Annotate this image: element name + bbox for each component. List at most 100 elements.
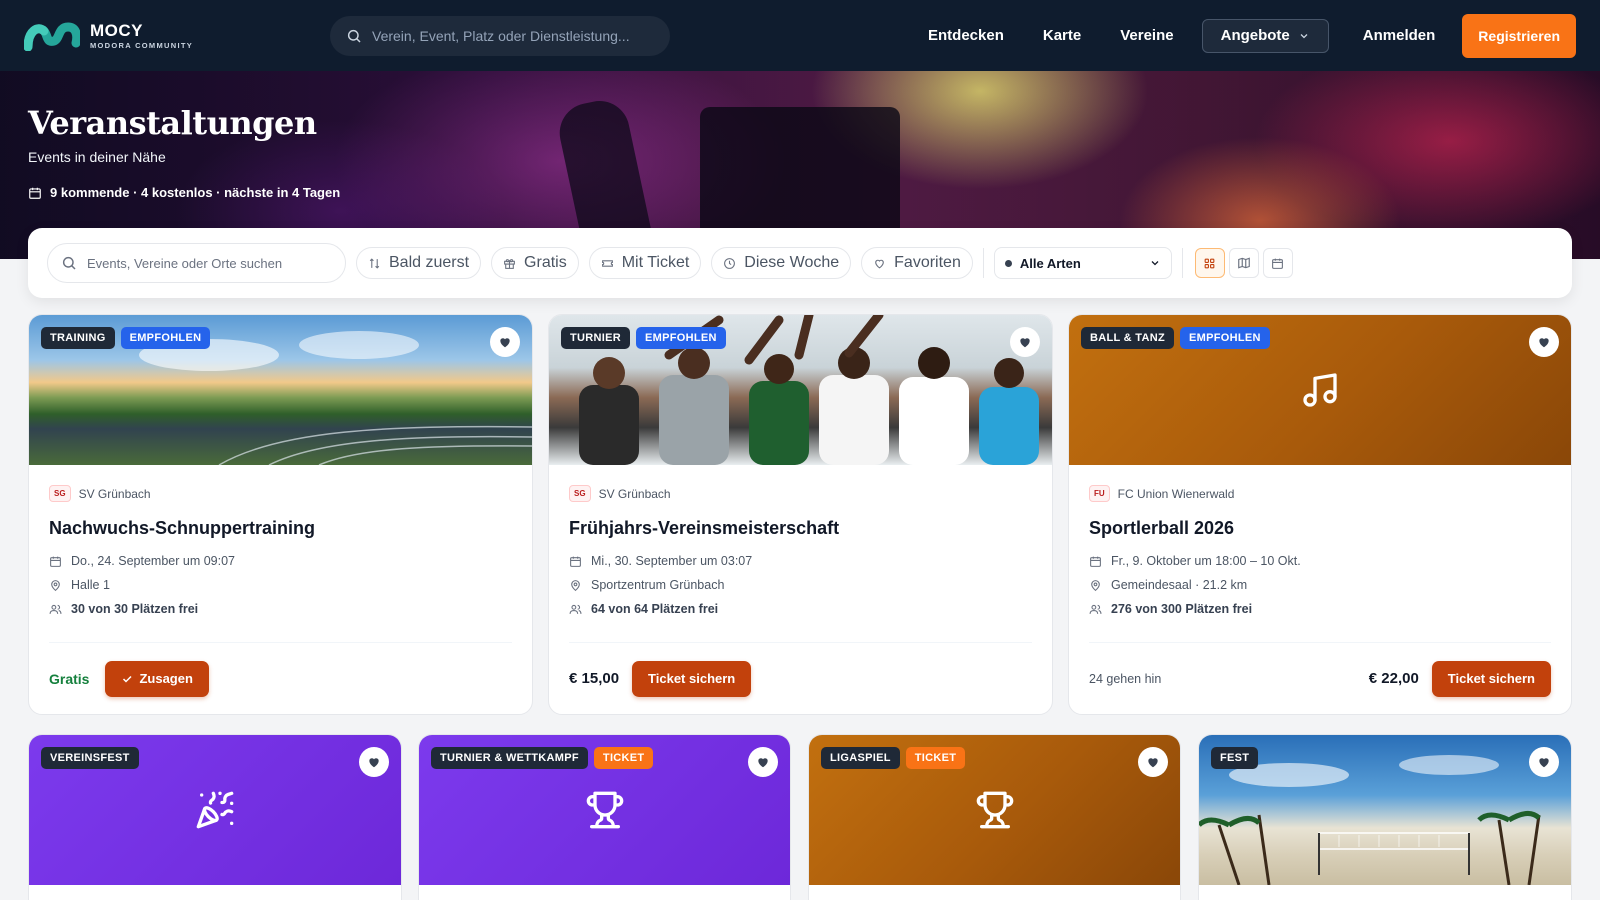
favorite-button[interactable] <box>359 747 389 777</box>
favorite-button[interactable] <box>1529 327 1559 357</box>
price-label: € 22,00 <box>1368 670 1419 687</box>
event-location: Sportzentrum Grünbach <box>569 578 1032 592</box>
angebote-dropdown-label: Angebote <box>1220 27 1290 44</box>
price-label: Gratis <box>49 670 90 687</box>
club-info[interactable]: FU FC Union Wienerwald <box>1089 485 1551 502</box>
calendar-icon <box>570 556 581 567</box>
calendar-icon <box>50 556 61 567</box>
event-stats-text: 9 kommende · 4 kostenlos · nächste in 4 … <box>50 185 341 200</box>
event-title[interactable]: Frühjahrs-Vereinsmeisterschaft <box>569 518 1032 539</box>
club-info[interactable]: SG SV Grünbach <box>49 485 512 502</box>
event-date-text: Mi., 30. September um 03:07 <box>591 554 753 568</box>
search-icon <box>62 256 76 270</box>
event-image-placeholder: VEREINSFEST <box>29 735 401 885</box>
filter-chip-this-week[interactable]: Diese Woche <box>711 247 852 279</box>
angebote-dropdown[interactable]: Angebote <box>1201 18 1329 53</box>
event-card[interactable]: TURNIER & WETTKAMPF TICKET <box>418 734 791 900</box>
heart-icon <box>1539 758 1549 768</box>
event-image-placeholder: BALL & TANZ EMPFOHLEN <box>1069 315 1571 465</box>
music-note-icon <box>1303 373 1337 407</box>
calendar-view-button[interactable] <box>1262 248 1293 278</box>
filter-chip-sort-label: Bald zuerst <box>389 254 470 271</box>
rsvp-button-label: Zusagen <box>139 671 193 686</box>
attendee-count: 24 gehen hin <box>1089 671 1162 686</box>
club-badge: FU <box>1089 485 1110 502</box>
party-popper-icon <box>196 791 234 829</box>
brand-logo[interactable]: MOCY MODORA COMMUNITY <box>24 21 330 51</box>
filter-chip-sort[interactable]: Bald zuerst <box>356 247 482 279</box>
divider <box>1181 248 1183 278</box>
event-location-text: Halle 1 <box>71 578 110 592</box>
filter-chip-gratis-label: Gratis <box>524 254 567 271</box>
club-info[interactable]: SG SV Grünbach <box>569 485 1032 502</box>
favorite-button[interactable] <box>748 747 778 777</box>
filter-chip-gratis[interactable]: Gratis <box>491 247 579 279</box>
nav-link-entdecken[interactable]: Entdecken <box>928 27 1004 44</box>
favorite-button[interactable] <box>490 327 520 357</box>
club-name: SV Grünbach <box>78 486 151 501</box>
register-button[interactable]: Registrieren <box>1462 13 1576 58</box>
page-subtitle: Events in deiner Nähe <box>28 149 166 165</box>
gift-icon <box>504 258 515 269</box>
event-image-team-photo: TURNIER EMPFOHLEN <box>549 315 1052 465</box>
nav-link-karte[interactable]: Karte <box>1043 27 1081 44</box>
event-search-input[interactable] <box>87 255 327 271</box>
event-card[interactable]: FEST <box>1198 734 1572 900</box>
favorite-button[interactable] <box>1010 327 1040 357</box>
location-pin-icon <box>51 579 60 591</box>
calendar-icon <box>1090 556 1101 567</box>
global-search[interactable] <box>330 15 670 56</box>
heart-icon <box>1020 338 1030 348</box>
event-title[interactable]: Nachwuchs-Schnuppertraining <box>49 518 512 539</box>
ticket-button[interactable]: Ticket sichern <box>1431 660 1551 697</box>
nav-link-vereine[interactable]: Vereine <box>1120 27 1173 44</box>
location-pin-icon <box>571 579 580 591</box>
ticket-button[interactable]: Ticket sichern <box>632 660 752 697</box>
users-icon <box>49 604 62 614</box>
event-type-tag: TRAINING <box>41 327 115 349</box>
featured-tag: EMPFOHLEN <box>636 327 726 349</box>
type-dot-icon <box>1004 259 1012 267</box>
map-view-button[interactable] <box>1228 248 1259 278</box>
calendar-icon <box>29 187 41 199</box>
trophy-icon <box>586 791 623 829</box>
filter-chip-favorites[interactable]: Favoriten <box>861 247 973 279</box>
event-type-select[interactable]: Alle Arten <box>993 247 1172 279</box>
filter-chip-favorites-label: Favoriten <box>894 254 961 271</box>
event-location-text: Sportzentrum Grünbach <box>591 578 725 592</box>
event-seats: 276 von 300 Plätzen frei <box>1089 602 1551 616</box>
grid-view-button[interactable] <box>1194 248 1225 278</box>
club-name: FC Union Wienerwald <box>1117 486 1235 501</box>
event-search[interactable] <box>47 243 346 283</box>
favorite-button[interactable] <box>1529 747 1559 777</box>
grid-view-icon <box>1204 258 1215 268</box>
login-link[interactable]: Anmelden <box>1363 27 1436 44</box>
event-seats: 64 von 64 Plätzen frei <box>569 602 1032 616</box>
global-search-input[interactable] <box>372 27 632 44</box>
event-date-text: Do., 24. September um 09:07 <box>71 554 235 568</box>
club-name: SV Grünbach <box>598 486 671 501</box>
top-navbar: MOCY MODORA COMMUNITY Entdecken Karte Ve… <box>0 0 1600 71</box>
event-type-tag: BALL & TANZ <box>1081 327 1174 349</box>
filter-chip-ticket[interactable]: Mit Ticket <box>588 247 702 279</box>
rsvp-button[interactable]: Zusagen <box>105 660 209 697</box>
event-card[interactable]: VEREINSFEST <box>28 734 402 900</box>
ticket-icon <box>601 259 613 267</box>
event-date: Mi., 30. September um 03:07 <box>569 554 1032 568</box>
event-title[interactable]: Sportlerball 2026 <box>1089 518 1551 539</box>
event-type-tag: TURNIER <box>561 327 630 349</box>
event-location-text: Gemeindesaal · 21.2 km <box>1111 578 1248 592</box>
event-seats-text: 30 von 30 Plätzen frei <box>71 602 199 616</box>
location-pin-icon <box>1091 579 1100 591</box>
event-location: Gemeindesaal · 21.2 km <box>1089 578 1551 592</box>
event-seats-text: 64 von 64 Plätzen frei <box>591 602 719 616</box>
event-card[interactable]: TRAINING EMPFOHLEN SG SV Grünbach Nachwu… <box>28 314 533 715</box>
mocy-logo-icon <box>24 21 80 51</box>
event-card[interactable]: BALL & TANZ EMPFOHLEN FU FC Union Wiener… <box>1068 314 1572 715</box>
event-card[interactable]: TURNIER EMPFOHLEN SG SV Grünbach Frühjah… <box>548 314 1053 715</box>
event-date: Do., 24. September um 09:07 <box>49 554 512 568</box>
event-card[interactable]: LIGASPIEL TICKET <box>808 734 1181 900</box>
chevron-down-icon <box>1151 261 1159 266</box>
favorite-button[interactable] <box>1138 747 1168 777</box>
filter-bar: Bald zuerst Gratis Mit Ticket Diese Woch… <box>28 228 1572 298</box>
